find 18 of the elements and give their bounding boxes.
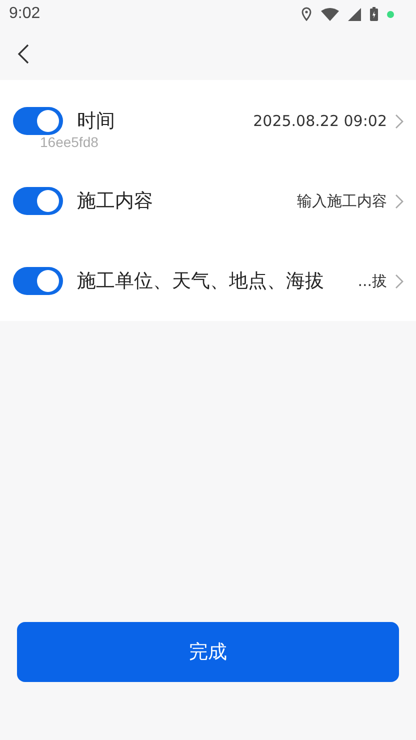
- wifi-icon: [321, 8, 339, 20]
- notification-dot-icon: [387, 10, 394, 18]
- status-time: 9:02: [9, 5, 40, 23]
- done-button[interactable]: 完成: [17, 622, 399, 682]
- location-icon: [301, 7, 312, 21]
- row-label: 时间: [77, 109, 115, 134]
- battery-icon: [370, 7, 378, 21]
- row-label: 施工单位、天气、地点、海拔: [77, 269, 324, 294]
- signal-icon: [348, 8, 361, 20]
- row-label: 施工内容: [77, 189, 153, 214]
- row-value[interactable]: 2025.08.22 09:02: [253, 112, 387, 130]
- back-icon[interactable]: [16, 43, 30, 65]
- toggle-switch[interactable]: [13, 107, 63, 135]
- toggle-switch[interactable]: [13, 187, 63, 215]
- row-value[interactable]: 输入施工内容: [297, 192, 387, 210]
- row-value[interactable]: ...拔: [358, 272, 387, 290]
- row-subtext: 16ee5fd8: [40, 134, 98, 150]
- toggle-switch[interactable]: [13, 267, 63, 295]
